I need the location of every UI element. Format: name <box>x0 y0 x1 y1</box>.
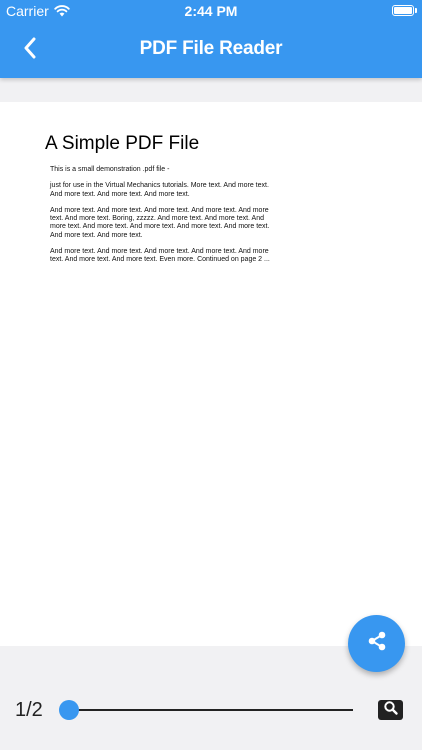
page-indicator: 1/2 <box>15 699 43 721</box>
app-header: Carrier 2:44 PM PDF File Reader <box>0 0 422 78</box>
screen: Carrier 2:44 PM PDF File Reader A Simple… <box>0 0 422 750</box>
slider-thumb[interactable] <box>59 700 79 720</box>
pdf-page-view[interactable]: A Simple PDF File This is a small demons… <box>0 102 422 646</box>
document-body: This is a small demonstration .pdf file … <box>50 166 275 273</box>
search-icon <box>383 700 399 721</box>
status-bar: Carrier 2:44 PM <box>0 0 422 22</box>
share-icon <box>366 630 388 657</box>
battery-icon <box>392 5 417 16</box>
document-paragraph: And more text. And more text. And more t… <box>50 248 270 264</box>
status-time: 2:44 PM <box>184 3 238 19</box>
chevron-left-icon <box>22 37 38 64</box>
battery-fill <box>394 7 412 14</box>
slider-track <box>69 709 353 711</box>
document-title: A Simple PDF File <box>45 133 200 154</box>
page-slider[interactable] <box>59 699 355 721</box>
search-button[interactable] <box>378 700 403 720</box>
share-button[interactable] <box>348 615 405 672</box>
back-button[interactable] <box>14 34 46 66</box>
page-title: PDF File Reader <box>139 38 283 59</box>
document-paragraph: This is a small demonstration .pdf file … <box>50 166 170 173</box>
document-paragraph: And more text. And more text. And more t… <box>50 206 270 239</box>
document-paragraph: just for use in the Virtual Mechanics tu… <box>50 182 269 198</box>
